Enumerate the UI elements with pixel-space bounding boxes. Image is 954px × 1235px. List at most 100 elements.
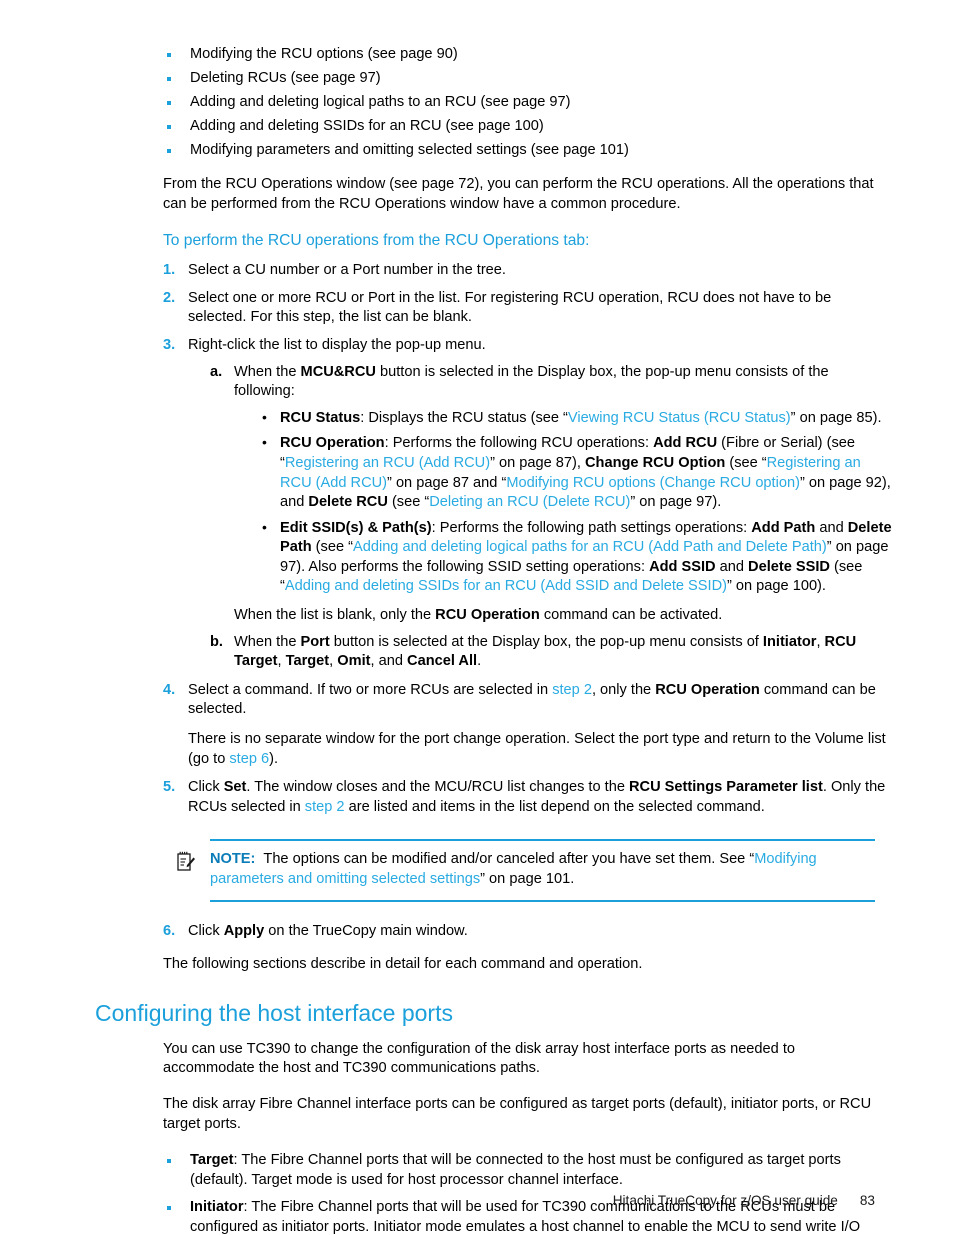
bullet-text: Modifying the RCU options (see page 90) <box>190 46 458 62</box>
cross-reference-link[interactable]: Registering an RCU (Add RCU) <box>285 455 490 471</box>
text-run: When the list is blank, only the <box>234 607 436 624</box>
ui-command-name: Add RCU <box>653 435 718 452</box>
text-run: , <box>277 653 286 670</box>
cross-reference-link[interactable]: Modifying RCU options (Change RCU option… <box>506 475 800 491</box>
ui-command-name: Add Path <box>751 519 816 536</box>
text-run: command can be activated. <box>539 607 723 624</box>
document-page: Modifying the RCU options (see page 90) … <box>0 0 954 1235</box>
step-number: 2. <box>163 289 176 306</box>
ui-button-name: Apply <box>223 922 265 939</box>
intro-paragraph: From the RCU Operations window (see page… <box>163 175 874 212</box>
text-run: Click <box>188 922 224 939</box>
menu-item-label: Target <box>285 653 330 670</box>
text-run: (see “ <box>725 454 767 471</box>
note-body: NOTE: The options can be modified and/or … <box>177 841 875 899</box>
text-run: When the <box>234 633 301 650</box>
note-text: NOTE: The options can be modified and/or … <box>210 850 875 889</box>
menu-item-rcu-operation: RCU Operation: Performs the following RC… <box>258 433 892 512</box>
menu-item-label: RCU Operation <box>280 435 385 452</box>
text-run: ” on page 100). <box>726 578 826 595</box>
port-type-label: Target <box>190 1152 234 1169</box>
footer-title: Hitachi TrueCopy for z/OS user guide <box>612 1193 838 1208</box>
procedure-list: 1. Select a CU number or a Port number i… <box>163 261 892 817</box>
substep-list: a. When the MCU&RCU button is selected i… <box>210 363 892 672</box>
procedure-step-2: 2. Select one or more RCU or Port in the… <box>163 289 892 328</box>
text-run: , <box>816 633 825 650</box>
procedure-step-1: 1. Select a CU number or a Port number i… <box>163 261 892 281</box>
procedure-heading: To perform the RCU operations from the R… <box>163 232 590 250</box>
bullet-text: Adding and deleting logical paths to an … <box>190 94 571 111</box>
note-label: NOTE: <box>210 851 256 868</box>
text-run: : Performs the following path settings o… <box>431 519 752 536</box>
text-run: are listed and items in the list depend … <box>344 798 765 815</box>
cross-reference-link[interactable]: Adding and deleting SSIDs for an RCU (Ad… <box>285 578 727 594</box>
procedure-step-5: 5. Click Set. The window closes and the … <box>163 778 892 817</box>
text-run: and <box>715 558 749 575</box>
bullet-text: Modifying parameters and omitting select… <box>190 142 629 159</box>
ui-button-name: MCU&RCU <box>300 363 376 380</box>
step-text: Select a command. If two or more RCUs ar… <box>188 682 876 718</box>
bullet-text: Adding and deleting SSIDs for an RCU (se… <box>190 118 544 135</box>
step-4-note: There is no separate window for the port… <box>188 730 892 769</box>
list-item: Modifying parameters and omitting select… <box>163 141 884 161</box>
cross-reference-link-step2[interactable]: step 2 <box>305 799 345 815</box>
text-run: Click <box>188 779 224 796</box>
text-run: ” on page 101. <box>480 871 575 887</box>
cross-reference-link[interactable]: Viewing RCU Status (RCU Status) <box>568 410 791 426</box>
text-run: Select a command. If two or more RCUs ar… <box>188 681 553 698</box>
procedure-step-3: 3. Right-click the list to display the p… <box>163 336 892 672</box>
after-steps-paragraph: The following sections describe in detai… <box>163 956 643 973</box>
step-text: Click Apply on the TrueCopy main window. <box>188 923 468 939</box>
notepad-pencil-icon <box>177 851 196 872</box>
text-run: ). <box>269 750 279 767</box>
procedure-step-6: 6. Click Apply on the TrueCopy main wind… <box>163 922 892 942</box>
step-number: 4. <box>163 681 176 698</box>
step-number: 6. <box>163 922 176 939</box>
text-run: on the TrueCopy main window. <box>264 922 468 939</box>
menu-item-label: Edit SSID(s) & Path(s) <box>280 519 432 536</box>
ui-command-name: Delete SSID <box>748 558 830 575</box>
popup-menu-item-list: RCU Status: Displays the RCU status (see… <box>258 408 892 597</box>
text-run: ” on page 85). <box>790 409 882 426</box>
step-number: 1. <box>163 262 176 279</box>
text-run: : Displays the RCU status (see “ <box>360 409 568 426</box>
text-run: and <box>815 519 848 536</box>
menu-item-label: RCU Status <box>280 409 361 426</box>
note-bottom-rule <box>210 899 875 902</box>
menu-item-label: Cancel All <box>407 653 478 670</box>
footer-page-number: 83 <box>859 1193 875 1208</box>
list-item: Deleting RCUs (see page 97) <box>163 69 884 89</box>
text-run: button is selected at the Display box, t… <box>329 633 763 650</box>
port-type-text: : The Fibre Channel ports that will be c… <box>190 1152 841 1188</box>
substep-text: When the Port button is selected at the … <box>234 634 856 670</box>
cross-reference-link[interactable]: Deleting an RCU (Delete RCU) <box>429 494 630 510</box>
ui-command-name: Delete RCU <box>308 494 388 511</box>
text-run: When the <box>234 363 301 380</box>
cross-reference-link-step2[interactable]: step 2 <box>552 682 592 698</box>
page-footer: Hitachi TrueCopy for z/OS user guide 83 <box>0 1193 954 1208</box>
ui-command-name: RCU Operation <box>435 607 540 624</box>
ui-list-name: RCU Settings Parameter list <box>629 779 823 796</box>
text-run: The options can be modified and/or cance… <box>263 851 755 868</box>
section-heading: Configuring the host interface ports <box>95 999 453 1026</box>
text-run: ” on page 87), <box>490 454 586 471</box>
ui-command-name: Add SSID <box>649 558 716 575</box>
text-run: , only the <box>591 681 656 698</box>
step-number: 5. <box>163 779 176 796</box>
substep-a-trailing-note: When the list is blank, only the RCU Ope… <box>234 606 892 626</box>
substep-marker: b. <box>210 633 223 650</box>
cross-reference-link-step6[interactable]: step 6 <box>229 751 269 767</box>
substep-a: a. When the MCU&RCU button is selected i… <box>210 363 892 626</box>
list-item-target: Target: The Fibre Channel ports that wil… <box>163 1151 892 1190</box>
section-paragraph-2: The disk array Fibre Channel interface p… <box>163 1095 872 1132</box>
procedure-step-4: 4. Select a command. If two or more RCUs… <box>163 681 892 769</box>
step-text: Click Set. The window closes and the MCU… <box>188 779 885 815</box>
menu-item-label: Omit <box>337 653 371 670</box>
substep-marker: a. <box>210 363 223 380</box>
menu-item-edit-ssid-path: Edit SSID(s) & Path(s): Performs the fol… <box>258 518 892 597</box>
cross-reference-link[interactable]: Adding and deleting logical paths for an… <box>353 539 827 555</box>
text-run: ” on page 97). <box>630 494 722 511</box>
text-run: : Performs the following RCU operations: <box>384 435 654 452</box>
text-run: . The window closes and the MCU/RCU list… <box>246 779 629 796</box>
section-paragraph-1: You can use TC390 to change the configur… <box>163 1040 795 1077</box>
